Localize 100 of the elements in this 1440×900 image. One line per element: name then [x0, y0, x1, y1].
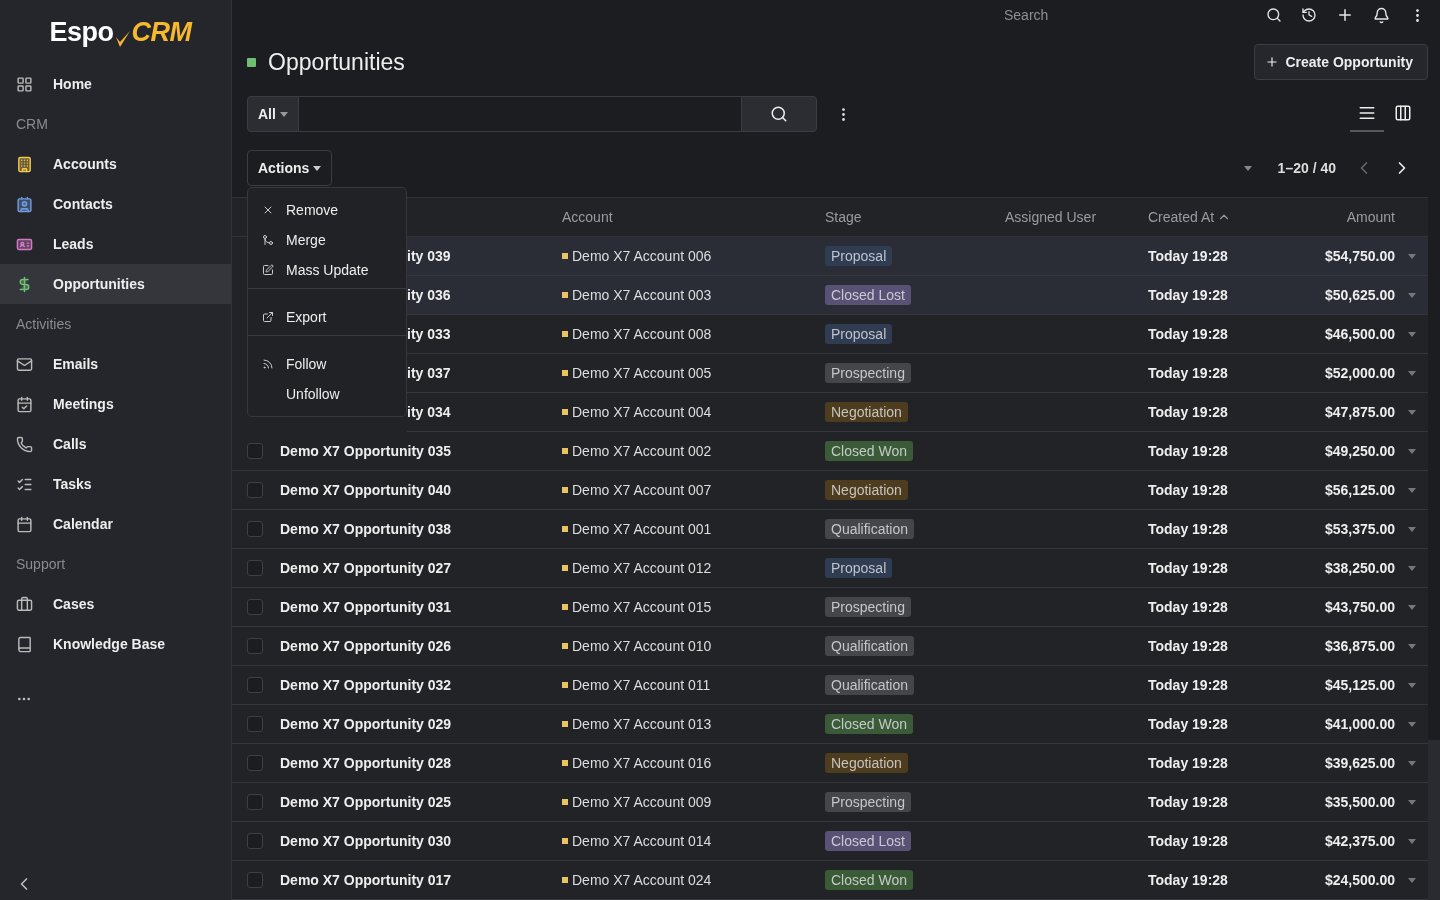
filter-input[interactable]: [298, 96, 741, 132]
menu-item[interactable]: Export: [248, 302, 406, 332]
search-field[interactable]: Search: [1002, 6, 1222, 24]
opportunity-link[interactable]: Demo X7 Opportunity 025: [280, 794, 562, 810]
opportunity-link[interactable]: ity 036: [407, 287, 562, 303]
opportunity-link[interactable]: Demo X7 Opportunity 026: [280, 638, 562, 654]
row-actions-button[interactable]: [1407, 877, 1416, 883]
mail-icon: [16, 355, 33, 373]
row-checkbox[interactable]: [247, 677, 263, 693]
table-row[interactable]: ity 036 Demo X7 Account 003 Closed Lost Today 19:28 $50,625.00: [407, 276, 1428, 315]
logo-text[interactable]: CRM: [131, 16, 192, 48]
column-header[interactable]: Created At: [1148, 209, 1268, 225]
opportunity-link[interactable]: Demo X7 Opportunity 029: [280, 716, 562, 732]
scrollbar[interactable]: [1428, 740, 1440, 900]
search-button[interactable]: [740, 96, 817, 132]
filter-preset-dropdown[interactable]: All: [247, 96, 299, 132]
table-cell: $24,500.00: [1324, 872, 1395, 888]
account-link[interactable]: Demo X7 Account 005: [572, 365, 712, 381]
opportunity-link[interactable]: Demo X7 Opportunity 038: [280, 521, 562, 537]
logo-text[interactable]: Espo: [49, 16, 114, 48]
stage-tag: Prospecting: [825, 597, 911, 617]
row-checkbox[interactable]: [247, 872, 263, 888]
opportunity-link[interactable]: Demo X7 Opportunity 027: [280, 560, 562, 576]
account-link[interactable]: Demo X7 Account 010: [572, 638, 712, 654]
account-link[interactable]: Demo X7 Account 004: [572, 404, 712, 420]
row-actions-button[interactable]: [1407, 682, 1416, 688]
column-header[interactable]: Amount: [1346, 209, 1395, 225]
row-actions-button[interactable]: [1407, 448, 1416, 454]
row-actions-button[interactable]: [1407, 292, 1416, 298]
row-actions-button[interactable]: [1407, 526, 1416, 532]
caret-icon: [1407, 292, 1416, 298]
row-actions-button[interactable]: [1407, 409, 1416, 415]
menu-item[interactable]: Mass Update: [248, 255, 406, 285]
column-header[interactable]: Stage: [825, 209, 1005, 225]
row-checkbox[interactable]: [247, 638, 263, 654]
row-checkbox[interactable]: [247, 443, 263, 459]
row-checkbox[interactable]: [247, 560, 263, 576]
row-checkbox[interactable]: [247, 755, 263, 771]
building-icon: [16, 155, 33, 173]
opportunity-link[interactable]: ity 037: [407, 365, 562, 381]
row-actions-button[interactable]: [1407, 721, 1416, 727]
account-link[interactable]: Demo X7 Account 014: [572, 833, 712, 849]
opportunity-link[interactable]: Demo X7 Opportunity 030: [280, 833, 562, 849]
account-link[interactable]: Demo X7 Account 024: [572, 872, 712, 888]
history-icon[interactable]: [1299, 5, 1319, 25]
row-checkbox[interactable]: [247, 794, 263, 810]
opportunity-link[interactable]: ity 034: [407, 404, 562, 420]
stage-tag: Closed Lost: [825, 831, 911, 851]
account-link[interactable]: Demo X7 Account 012: [572, 560, 712, 576]
table-cell-text: Today 19:28: [1148, 365, 1229, 381]
account-link[interactable]: Demo X7 Account 016: [572, 755, 712, 771]
row-checkbox[interactable]: [247, 521, 263, 537]
row-actions-button[interactable]: [1407, 604, 1416, 610]
account-link[interactable]: Demo X7 Account 007: [572, 482, 712, 498]
row-checkbox[interactable]: [247, 482, 263, 498]
account-link[interactable]: Demo X7 Account 008: [572, 326, 712, 342]
opportunity-link[interactable]: Demo X7 Opportunity 035: [280, 443, 562, 459]
row-actions-button[interactable]: [1407, 565, 1416, 571]
account-link[interactable]: Demo X7 Account 006: [572, 248, 712, 264]
account-link[interactable]: Demo X7 Account 015: [572, 599, 712, 615]
row-actions-button[interactable]: [1407, 643, 1416, 649]
row-actions-button[interactable]: [1407, 370, 1416, 376]
opportunity-link[interactable]: Demo X7 Opportunity 017: [280, 872, 562, 888]
row-actions-button[interactable]: [1407, 487, 1416, 493]
page-size-dropdown[interactable]: [1243, 165, 1252, 171]
opportunity-link[interactable]: ity 033: [407, 326, 562, 342]
account-link[interactable]: Demo X7 Account 013: [572, 716, 712, 732]
caret-icon: [1407, 721, 1416, 727]
actions-button[interactable]: Actions: [247, 150, 333, 186]
menu-item[interactable]: Merge: [248, 225, 406, 255]
row-checkbox[interactable]: [247, 599, 263, 615]
account-link[interactable]: Demo X7 Account 009: [572, 794, 712, 810]
row-checkbox[interactable]: [247, 833, 263, 849]
book-icon: [16, 635, 33, 653]
row-actions-button[interactable]: [1407, 331, 1416, 337]
menu-item[interactable]: Follow: [248, 349, 406, 379]
table-cell: $45,125.00: [1324, 677, 1395, 693]
opportunity-link[interactable]: Demo X7 Opportunity 040: [280, 482, 562, 498]
table-row[interactable]: ity 039 Demo X7 Account 006 Proposal Today 19:28 $54,750.00: [407, 237, 1428, 276]
column-header[interactable]: Account: [562, 209, 825, 225]
row-actions-button[interactable]: [1407, 760, 1416, 766]
column-header[interactable]: Assigned User: [1005, 209, 1148, 225]
account-link[interactable]: Demo X7 Account 011: [572, 677, 711, 693]
row-actions-button[interactable]: [1407, 253, 1416, 259]
opportunity-link[interactable]: Demo X7 Opportunity 032: [280, 677, 562, 693]
create-button[interactable]: Create Opportunity: [1254, 44, 1428, 80]
opportunity-link[interactable]: Demo X7 Opportunity 031: [280, 599, 562, 615]
account-link[interactable]: Demo X7 Account 003: [572, 287, 712, 303]
row-actions-button[interactable]: [1407, 838, 1416, 844]
stage-tag: Negotiation: [825, 753, 908, 773]
table-cell-text: Today 19:28: [1148, 599, 1229, 615]
opportunity-link[interactable]: ity 039: [407, 248, 562, 264]
opportunity-link[interactable]: Demo X7 Opportunity 028: [280, 755, 562, 771]
menu-item[interactable]: Remove: [248, 195, 406, 225]
sidebar-item[interactable]: Opportunities: [0, 264, 231, 304]
row-checkbox[interactable]: [247, 716, 263, 732]
row-actions-button[interactable]: [1407, 799, 1416, 805]
account-link[interactable]: Demo X7 Account 001: [572, 521, 712, 537]
menu-item[interactable]: Unfollow: [248, 379, 406, 409]
account-link[interactable]: Demo X7 Account 002: [572, 443, 712, 459]
